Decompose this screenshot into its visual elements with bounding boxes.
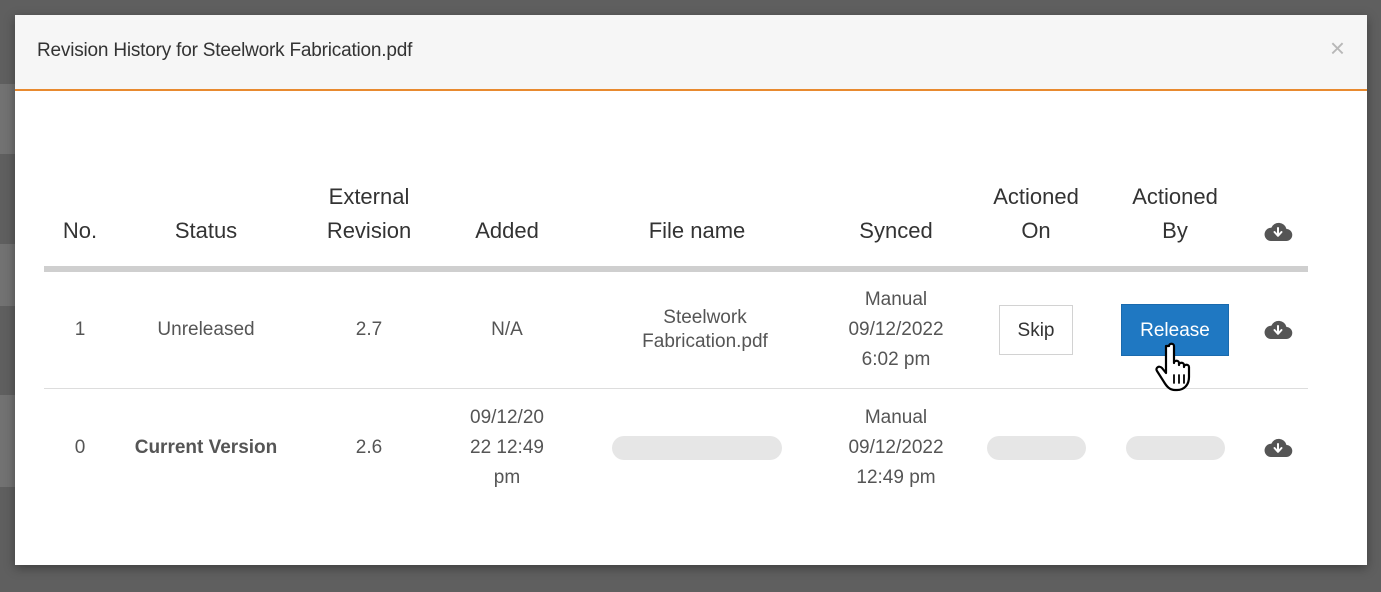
header-actioned-on: Actioned On <box>970 148 1102 272</box>
cell-no: 0 <box>74 437 86 458</box>
revision-table: No. Status External Revision Added File … <box>44 148 1308 507</box>
header-status: Status <box>116 148 296 272</box>
table-row: 1 Unreleased 2.7 N/A Steelwork Fabricati… <box>44 269 1308 389</box>
header-no: No. <box>44 148 116 272</box>
cell-status: Unreleased <box>116 269 296 389</box>
cell-external-revision: 2.6 <box>355 437 383 458</box>
background-row <box>0 395 15 487</box>
cell-actioned-by <box>1102 389 1248 508</box>
loading-placeholder <box>612 435 782 460</box>
cloud-download-icon <box>1264 223 1293 242</box>
cell-actioned-on <box>970 389 1102 508</box>
cell-status: Current Version <box>134 437 278 458</box>
table-header-row: No. Status External Revision Added File … <box>44 148 1308 272</box>
skip-button[interactable]: Skip <box>999 305 1073 355</box>
cell-added: 09/12/20 22 12:49 pm <box>470 407 544 488</box>
cloud-download-icon[interactable] <box>1263 318 1293 342</box>
header-synced: Synced <box>822 148 970 272</box>
cell-download <box>1248 389 1308 508</box>
cloud-download-icon[interactable] <box>1263 436 1293 460</box>
cell-no: 1 <box>44 269 116 389</box>
modal-title: Revision History for Steelwork Fabricati… <box>37 40 413 61</box>
close-button[interactable]: × <box>1330 35 1345 61</box>
header-added: Added <box>442 148 572 272</box>
cell-actioned-on: Skip <box>970 269 1102 389</box>
cell-synced: Manual 09/12/2022 6:02 pm <box>822 269 970 389</box>
loading-placeholder <box>1125 435 1225 460</box>
cell-file-name: Steelwork Fabrication.pdf <box>572 269 822 389</box>
cell-file-name <box>572 389 822 508</box>
background-row <box>0 244 15 306</box>
cell-external-revision: 2.7 <box>296 269 442 389</box>
header-file-name: File name <box>572 148 822 272</box>
cell-added: N/A <box>442 269 572 389</box>
modal-header: Revision History for Steelwork Fabricati… <box>15 15 1367 91</box>
header-actioned-by: Actioned By <box>1102 148 1248 272</box>
loading-placeholder <box>986 435 1086 460</box>
background-row <box>0 84 15 154</box>
cell-actioned-by: Release <box>1102 269 1248 389</box>
release-button[interactable]: Release <box>1121 304 1229 356</box>
cell-download <box>1248 269 1308 389</box>
header-external-revision: External Revision <box>296 148 442 272</box>
header-download <box>1248 148 1308 272</box>
cell-synced: Manual 09/12/2022 12:49 pm <box>848 407 944 488</box>
table-row: 0 Current Version 2.6 09/12/20 22 12:49 … <box>44 389 1308 508</box>
